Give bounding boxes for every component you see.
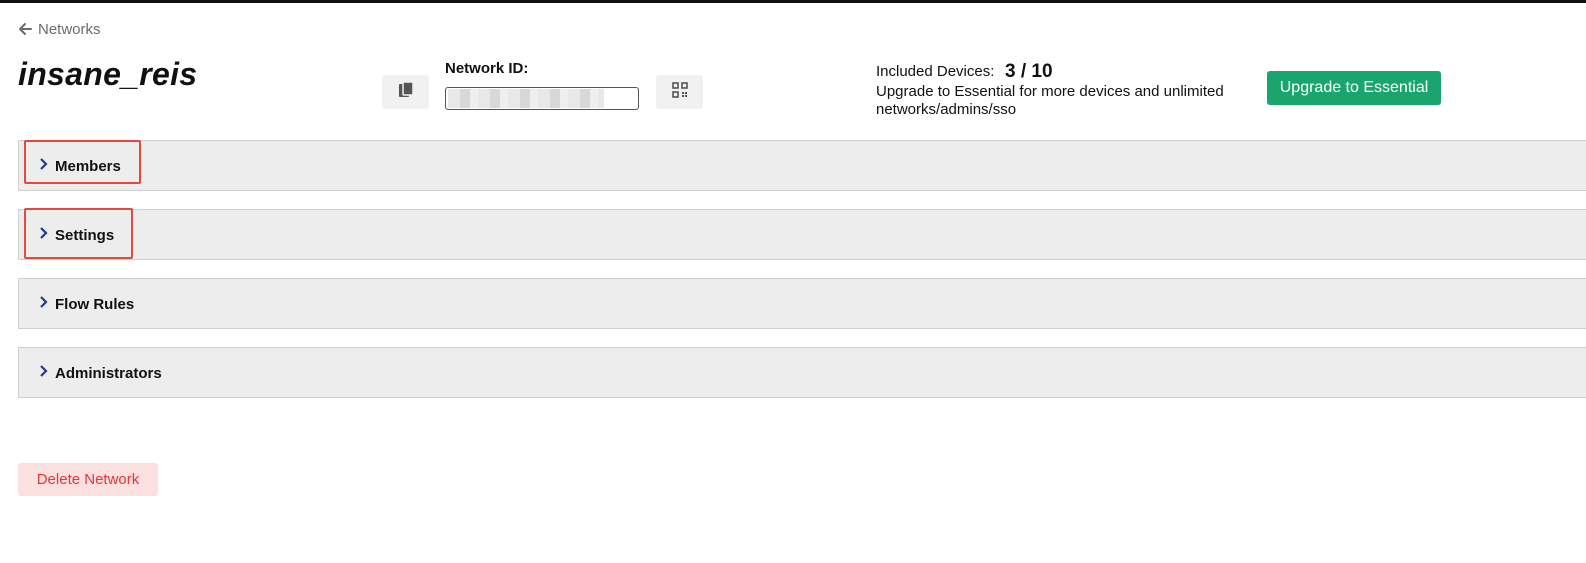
chevron-right-icon (40, 158, 48, 170)
chevron-right-icon (40, 296, 48, 308)
copy-icon (398, 80, 414, 104)
section-settings[interactable]: Settings (18, 209, 1586, 260)
network-name: insane_reis (18, 56, 198, 92)
network-id-field[interactable] (445, 87, 639, 110)
show-qr-code-button[interactable] (656, 75, 703, 109)
upgrade-to-essential-button[interactable]: Upgrade to Essential (1267, 71, 1441, 105)
section-members[interactable]: Members (18, 140, 1586, 191)
included-devices-count: 3 / 10 (1005, 61, 1053, 82)
section-flow-rules-label: Flow Rules (55, 296, 135, 313)
back-arrow-icon (18, 22, 32, 36)
chevron-right-icon (40, 365, 48, 377)
upgrade-description: Upgrade to Essential for more devices an… (876, 83, 1224, 118)
back-link-label: Networks (38, 20, 101, 38)
chevron-right-icon (40, 227, 48, 239)
back-to-networks-link[interactable]: Networks (18, 19, 101, 39)
copy-network-id-button[interactable] (382, 75, 429, 109)
top-border (0, 0, 1586, 3)
section-members-label: Members (55, 158, 121, 175)
included-devices-label: Included Devices: (876, 63, 995, 80)
section-administrators[interactable]: Administrators (18, 347, 1586, 398)
network-id-label: Network ID: (445, 60, 529, 77)
section-administrators-label: Administrators (55, 365, 162, 382)
section-flow-rules[interactable]: Flow Rules (18, 278, 1586, 329)
section-settings-label: Settings (55, 227, 115, 244)
qr-code-icon (671, 81, 688, 103)
delete-network-button[interactable]: Delete Network (18, 463, 158, 496)
network-id-redacted (448, 89, 604, 108)
